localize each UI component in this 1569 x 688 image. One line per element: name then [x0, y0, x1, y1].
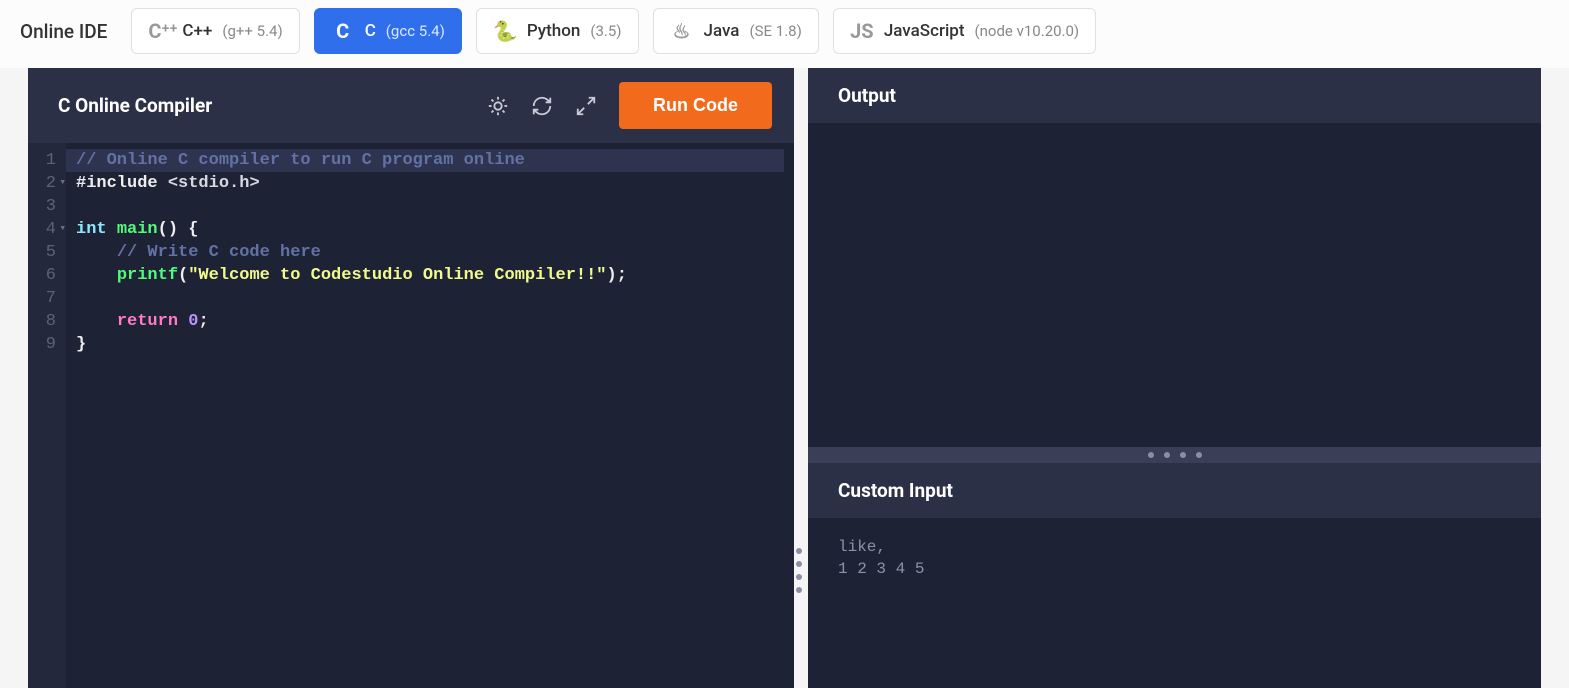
code-line[interactable]	[76, 195, 784, 218]
reset-icon[interactable]	[531, 95, 553, 117]
lang-icon: 🐍	[493, 19, 517, 43]
lang-version: (3.5)	[590, 22, 621, 40]
lang-tab-python[interactable]: 🐍 Python (3.5)	[476, 8, 639, 54]
custom-input-body[interactable]: like, 1 2 3 4 5	[808, 518, 1541, 688]
lang-version: (SE 1.8)	[749, 22, 801, 40]
line-number: 2	[40, 172, 56, 195]
lang-version: (node v10.20.0)	[975, 22, 1080, 40]
lang-tab-c[interactable]: CC (gcc 5.4)	[314, 8, 462, 54]
brand-label: Online IDE	[20, 20, 107, 43]
lang-version: (g++ 5.4)	[222, 22, 282, 40]
fullscreen-icon[interactable]	[575, 95, 597, 117]
editor-header: C Online Compiler Run Code	[28, 68, 794, 143]
line-gutter: 123456789	[28, 143, 66, 688]
lang-name: C	[365, 21, 376, 41]
splitter-dot-icon	[796, 574, 802, 580]
splitter-dot-icon	[796, 561, 802, 567]
lang-icon: JS	[850, 19, 874, 43]
code-line[interactable]: printf("Welcome to Codestudio Online Com…	[76, 264, 784, 287]
lang-name: JavaScript	[884, 21, 965, 41]
custom-input-header: Custom Input	[808, 463, 1541, 518]
code-line[interactable]: // Write C code here	[76, 241, 784, 264]
code-line[interactable]: return 0;	[76, 310, 784, 333]
horizontal-splitter[interactable]	[808, 447, 1541, 463]
editor-tools: Run Code	[487, 82, 772, 129]
editor-title: C Online Compiler	[58, 94, 212, 117]
lang-icon: C⁺⁺	[148, 19, 172, 43]
lang-tab-cpp[interactable]: C⁺⁺ C++ (g++ 5.4)	[131, 8, 299, 54]
lang-version: (gcc 5.4)	[386, 22, 445, 40]
code-line[interactable]	[76, 287, 784, 310]
theme-toggle-icon[interactable]	[487, 95, 509, 117]
line-number: 3	[40, 195, 56, 218]
code-line[interactable]: // Online C compiler to run C program on…	[66, 149, 784, 172]
code-lines[interactable]: // Online C compiler to run C program on…	[66, 143, 794, 688]
splitter-dot-icon	[1196, 452, 1202, 458]
code-line[interactable]: int main() {	[76, 218, 784, 241]
lang-name: C++	[182, 21, 212, 41]
lang-icon: ♨	[670, 19, 694, 43]
splitter-dot-icon	[1148, 452, 1154, 458]
lang-tab-java[interactable]: ♨ Java (SE 1.8)	[653, 8, 819, 54]
vertical-splitter[interactable]	[794, 68, 808, 688]
line-number: 1	[40, 149, 56, 172]
splitter-dot-icon	[796, 548, 802, 554]
line-number: 8	[40, 310, 56, 333]
output-header: Output	[808, 68, 1541, 123]
lang-tab-javascript[interactable]: JS JavaScript (node v10.20.0)	[833, 8, 1096, 54]
splitter-dot-icon	[796, 587, 802, 593]
lang-icon: C	[331, 19, 355, 43]
line-number: 6	[40, 264, 56, 287]
code-line[interactable]: #include <stdio.h>	[76, 172, 784, 195]
language-topbar: Online IDE C⁺⁺ C++ (g++ 5.4) CC (gcc 5.4) 🐍 Py…	[0, 0, 1569, 68]
line-number: 9	[40, 333, 56, 356]
line-number: 7	[40, 287, 56, 310]
output-body[interactable]	[808, 123, 1541, 447]
code-editor[interactable]: 123456789 // Online C compiler to run C …	[28, 143, 794, 688]
splitter-dot-icon	[1180, 452, 1186, 458]
code-line[interactable]: }	[76, 333, 784, 356]
right-pane: Output Custom Input like, 1 2 3 4 5	[808, 68, 1541, 688]
workspace: C Online Compiler Run Code	[0, 68, 1569, 688]
run-code-button[interactable]: Run Code	[619, 82, 772, 129]
splitter-dot-icon	[1164, 452, 1170, 458]
lang-name: Python	[527, 21, 581, 41]
editor-pane: C Online Compiler Run Code	[28, 68, 794, 688]
line-number: 4	[40, 218, 56, 241]
line-number: 5	[40, 241, 56, 264]
lang-name: Java	[704, 21, 740, 41]
